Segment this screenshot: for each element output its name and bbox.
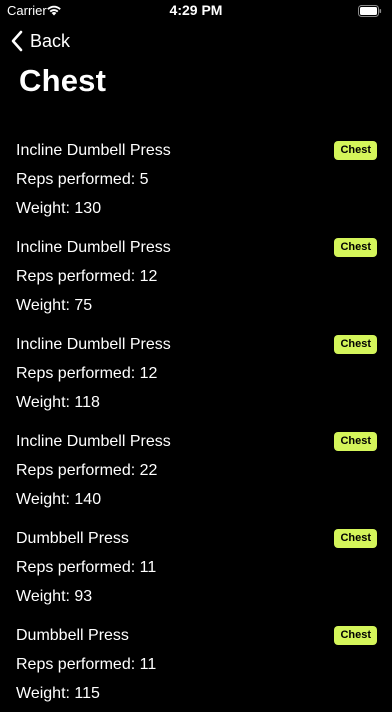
status-time: 4:29 PM [169, 2, 223, 18]
exercise-weight: Weight: 118 [16, 394, 100, 411]
exercise-weight: Weight: 75 [16, 297, 93, 314]
exercise-weight: Weight: 93 [16, 588, 93, 605]
list-item[interactable]: Dumbbell Press Reps performed: 11 Weight… [0, 615, 392, 712]
back-button[interactable]: Back [10, 28, 70, 54]
muscle-group-tag: Chest [334, 335, 377, 354]
exercise-reps: Reps performed: 12 [16, 268, 158, 285]
exercise-reps: Reps performed: 22 [16, 462, 158, 479]
muscle-group-tag: Chest [334, 238, 377, 257]
navigation-bar: Back [0, 26, 392, 56]
exercise-name: Dumbbell Press [16, 627, 129, 644]
exercise-name: Incline Dumbell Press [16, 142, 171, 159]
exercise-name: Incline Dumbell Press [16, 433, 171, 450]
exercise-reps: Reps performed: 11 [16, 559, 157, 576]
exercise-list: Incline Dumbell Press Reps performed: 5 … [0, 130, 392, 712]
exercise-name: Dumbbell Press [16, 530, 129, 547]
exercise-weight: Weight: 115 [16, 685, 100, 702]
exercise-reps: Reps performed: 11 [16, 656, 157, 673]
exercise-weight: Weight: 130 [16, 200, 102, 217]
chevron-left-icon [11, 30, 23, 52]
exercise-reps: Reps performed: 12 [16, 365, 158, 382]
exercise-weight: Weight: 140 [16, 491, 102, 508]
list-item[interactable]: Incline Dumbell Press Reps performed: 22… [0, 421, 392, 518]
list-item[interactable]: Dumbbell Press Reps performed: 11 Weight… [0, 518, 392, 615]
muscle-group-tag: Chest [334, 432, 377, 451]
exercise-name: Incline Dumbell Press [16, 336, 171, 353]
muscle-group-tag: Chest [334, 529, 377, 548]
muscle-group-tag: Chest [334, 141, 377, 160]
exercise-name: Incline Dumbell Press [16, 239, 171, 256]
list-item[interactable]: Incline Dumbell Press Reps performed: 12… [0, 227, 392, 324]
page-title: Chest [19, 63, 107, 98]
list-item[interactable]: Incline Dumbell Press Reps performed: 5 … [0, 130, 392, 227]
battery-icon [358, 4, 382, 17]
muscle-group-tag: Chest [334, 626, 377, 645]
exercise-reps: Reps performed: 5 [16, 171, 149, 188]
back-label: Back [30, 30, 71, 51]
status-bar: Carrier 4:29 PM [0, 0, 392, 22]
list-item[interactable]: Incline Dumbell Press Reps performed: 12… [0, 324, 392, 421]
